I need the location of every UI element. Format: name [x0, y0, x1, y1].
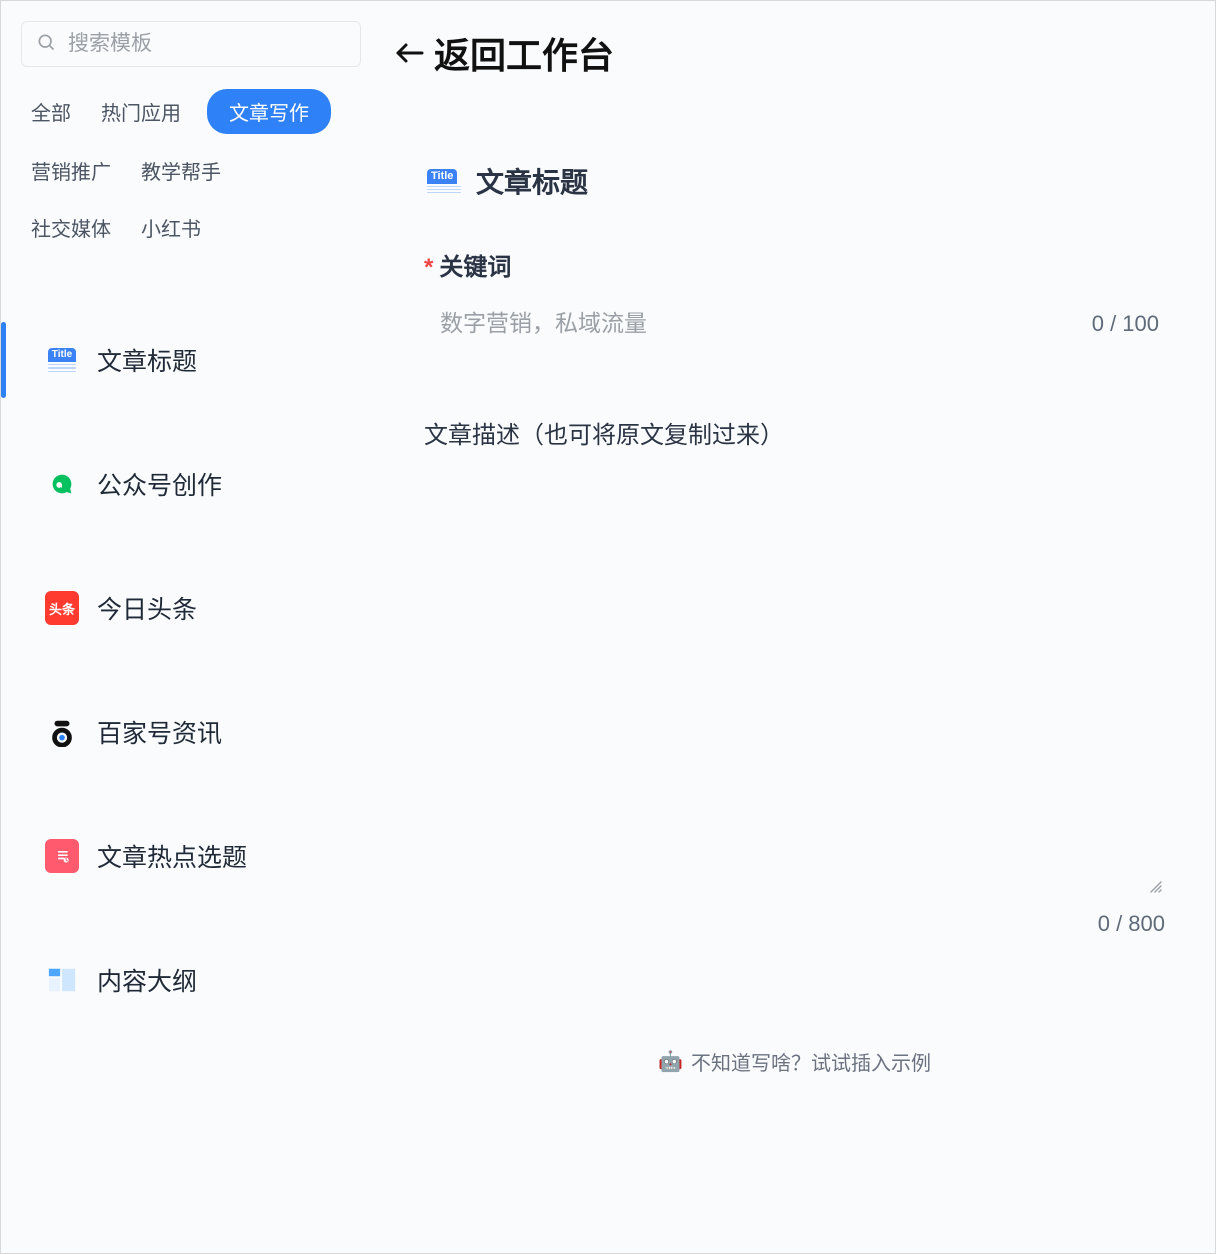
keyword-label: 关键词: [439, 254, 511, 281]
tag-social[interactable]: 社交媒体: [27, 207, 115, 248]
category-tags: 全部 热门应用 文章写作 营销推广 教学帮手 社交媒体 小红书: [27, 89, 364, 248]
tag-xiaohongshu[interactable]: 小红书: [137, 207, 205, 248]
sidebar: 全部 热门应用 文章写作 营销推广 教学帮手 社交媒体 小红书 Title: [1, 1, 384, 1253]
template-toutiao[interactable]: 头条 今日头条: [1, 546, 364, 670]
template-label: 今日头条: [97, 590, 197, 626]
template-content-outline[interactable]: 内容大纲: [1, 918, 364, 1042]
template-article-hotspot[interactable]: 文章热点选题: [1, 794, 364, 918]
template-list: Title 文章标题 公众号创作 头条: [1, 298, 364, 1042]
keyword-input[interactable]: [424, 304, 944, 343]
description-counter: 0 / 800: [1098, 911, 1165, 937]
insert-example-hint[interactable]: 🤖 不知道写啥？试试插入示例: [424, 1047, 1165, 1076]
page-title-row: Title 文章标题: [424, 161, 1165, 201]
title-icon: Title: [45, 343, 79, 377]
tag-all[interactable]: 全部: [27, 91, 75, 132]
tag-teaching[interactable]: 教学帮手: [137, 150, 225, 191]
arrow-left-icon: [394, 41, 424, 65]
wechat-icon: [45, 467, 79, 501]
keyword-field: *关键词 0 / 100 文章描述（也可将原文复制过来） 0 / 800 🤖: [424, 247, 1165, 1076]
search-box[interactable]: [21, 21, 361, 67]
tag-marketing[interactable]: 营销推广: [27, 150, 115, 191]
template-label: 百家号资讯: [97, 714, 222, 750]
tag-article-writing[interactable]: 文章写作: [207, 89, 331, 134]
description-label: 文章描述（也可将原文复制过来）: [424, 415, 1165, 450]
description-textarea[interactable]: [424, 474, 1165, 894]
template-article-title[interactable]: Title 文章标题: [1, 298, 364, 422]
template-baijiahao[interactable]: 百家号资讯: [1, 670, 364, 794]
title-icon: Title: [424, 161, 464, 201]
back-button[interactable]: 返回工作台: [394, 27, 1165, 79]
main: 返回工作台 Title 文章标题 *关键词 0 / 100 文章描述（也可将原文…: [384, 1, 1215, 1253]
required-icon: *: [424, 254, 433, 281]
template-wechat-creation[interactable]: 公众号创作: [1, 422, 364, 546]
resize-handle-icon[interactable]: [1147, 878, 1163, 899]
template-label: 文章热点选题: [97, 838, 247, 874]
toutiao-icon: 头条: [45, 591, 79, 625]
template-label: 内容大纲: [97, 962, 197, 998]
hint-text: 不知道写啥？试试插入示例: [691, 1047, 931, 1076]
baijiahao-icon: [45, 715, 79, 749]
search-icon: [36, 32, 68, 57]
robot-icon: 🤖: [658, 1049, 683, 1074]
page-title: 文章标题: [476, 161, 588, 201]
tag-popular[interactable]: 热门应用: [97, 91, 185, 132]
template-label: 公众号创作: [97, 466, 222, 502]
back-label: 返回工作台: [434, 27, 614, 79]
template-label: 文章标题: [97, 342, 197, 378]
outline-icon: [45, 963, 79, 997]
search-input[interactable]: [68, 32, 346, 56]
keyword-counter: 0 / 100: [1092, 311, 1159, 337]
hotspot-icon: [45, 839, 79, 873]
